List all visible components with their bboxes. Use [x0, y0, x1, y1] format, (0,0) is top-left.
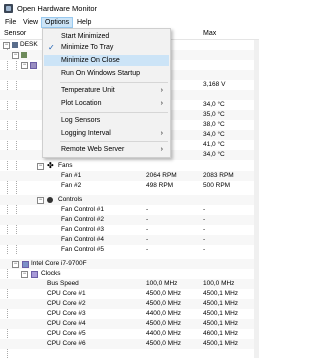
menu-item-minimize-to-tray[interactable]: ✓ Minimize To Tray — [44, 42, 169, 53]
title-bar: Open Hardware Monitor — [0, 0, 259, 17]
menu-item-start-minimized[interactable]: Start Minimized — [44, 31, 169, 42]
vertical-scrollbar[interactable] — [254, 40, 259, 358]
menu-item-logging-interval[interactable]: Logging Interval › — [44, 128, 169, 139]
submenu-arrow-icon: › — [160, 87, 163, 94]
options-dropdown-menu: Start Minimized ✓ Minimize To Tray Minim… — [42, 28, 171, 158]
collapse-toggle-icon[interactable]: − — [21, 271, 28, 278]
menu-separator — [60, 112, 168, 113]
menu-item-plot-location[interactable]: Plot Location › — [44, 98, 169, 109]
menu-options[interactable]: Options — [41, 17, 74, 28]
fan-icon: ✤ — [47, 161, 54, 170]
menu-item-remote-web-server[interactable]: Remote Web Server › — [44, 144, 169, 155]
menu-item-log-sensors[interactable]: Log Sensors — [44, 115, 169, 126]
clocks-icon — [31, 271, 38, 278]
check-icon: ✓ — [48, 43, 55, 52]
tree-row-fan-1[interactable]: Fan #1 2064 RPM 2083 RPM — [0, 171, 259, 181]
tree-row-cpu[interactable]: − Intel Core i7-9700F — [0, 259, 259, 269]
menu-item-run-on-startup[interactable]: Run On Windows Startup — [44, 68, 169, 79]
menu-help[interactable]: Help — [74, 18, 94, 28]
tree-row-cpu-core[interactable]: CPU Core #4 4500,0 MHz 4500,1 MHz — [0, 319, 259, 329]
column-max[interactable]: Max — [203, 30, 216, 37]
controls-icon — [47, 197, 53, 203]
tree-row-fan-2[interactable]: Fan #2 498 RPM 500 RPM — [0, 181, 259, 191]
chip-icon — [30, 62, 37, 69]
column-sensor[interactable]: Sensor — [4, 30, 26, 37]
tree-row-fan-control[interactable]: Fan Control #5 - - — [0, 245, 259, 255]
tree-row-fan-control[interactable]: Fan Control #2 - - — [0, 215, 259, 225]
computer-icon — [12, 42, 18, 48]
tree-row-clocks[interactable]: − Clocks — [0, 269, 259, 279]
mainboard-icon — [21, 52, 27, 58]
tree-row-fan-control[interactable]: Fan Control #1 - - — [0, 205, 259, 215]
menu-file[interactable]: File — [2, 18, 19, 28]
tree-row-cpu-core[interactable]: CPU Core #3 4400,0 MHz 4500,1 MHz — [0, 309, 259, 319]
tree-row-cpu-core[interactable]: CPU Core #1 4500,0 MHz 4500,1 MHz — [0, 289, 259, 299]
collapse-toggle-icon[interactable]: − — [3, 42, 10, 49]
app-icon — [4, 4, 13, 13]
submenu-arrow-icon: › — [160, 146, 163, 153]
collapse-toggle-icon[interactable]: − — [21, 62, 28, 69]
tree-row-fan-control[interactable]: Fan Control #3 - - — [0, 225, 259, 235]
submenu-arrow-icon: › — [160, 100, 163, 107]
window-title: Open Hardware Monitor — [17, 4, 98, 13]
menu-item-temperature-unit[interactable]: Temperature Unit › — [44, 85, 169, 96]
tree-row-controls[interactable]: − Controls — [0, 195, 259, 205]
tree-row-cpu-core[interactable]: CPU Core #2 4500,0 MHz 4500,1 MHz — [0, 299, 259, 309]
collapse-toggle-icon[interactable]: − — [12, 261, 19, 268]
tree-row-fan-control[interactable]: Fan Control #4 - - — [0, 235, 259, 245]
collapse-toggle-icon[interactable]: − — [12, 52, 19, 59]
menu-bar: File View Options Help — [0, 17, 259, 28]
menu-separator — [60, 141, 168, 142]
tree-row-fans[interactable]: − ✤ Fans — [0, 161, 259, 171]
menu-separator — [60, 82, 168, 83]
tree-row-bus-speed[interactable]: Bus Speed 100,0 MHz 100,0 MHz — [0, 279, 259, 289]
menu-view[interactable]: View — [20, 18, 41, 28]
menu-item-minimize-on-close[interactable]: Minimize On Close — [44, 55, 169, 66]
cpu-icon — [22, 261, 29, 268]
tree-row-cpu-core[interactable]: CPU Core #6 4500,0 MHz 4500,1 MHz — [0, 339, 259, 349]
submenu-arrow-icon: › — [160, 130, 163, 137]
collapse-toggle-icon[interactable]: − — [37, 163, 44, 170]
collapse-toggle-icon[interactable]: − — [37, 197, 44, 204]
tree-row-cpu-core[interactable]: CPU Core #5 4400,0 MHz 4600,1 MHz — [0, 329, 259, 339]
